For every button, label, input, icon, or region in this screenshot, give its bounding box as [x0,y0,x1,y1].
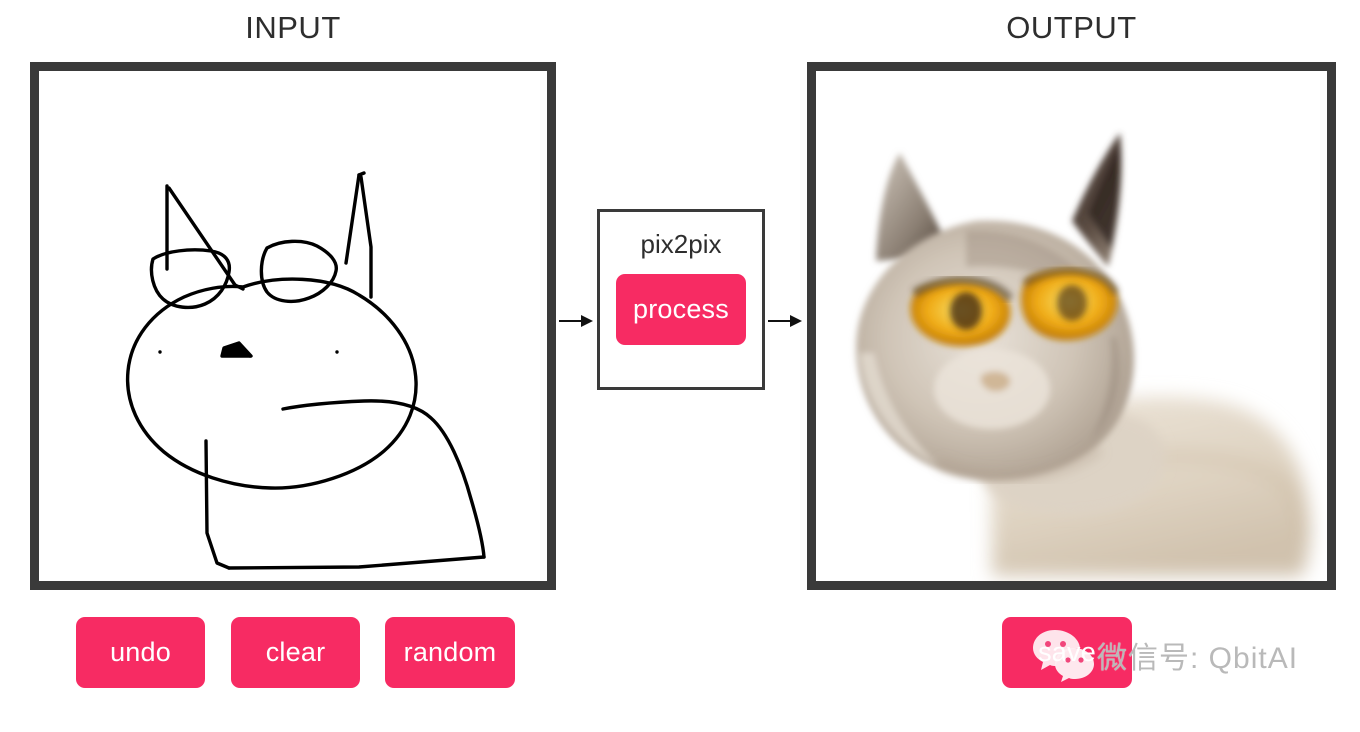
model-name-label: pix2pix [640,229,722,259]
save-button[interactable]: save [1002,617,1132,688]
arrow-model-to-output-icon [768,315,802,327]
arrow-input-to-model-icon [559,315,593,327]
random-button[interactable]: random [385,617,515,688]
generated-cat-image [816,71,1327,581]
pix2pix-model-box: pix2pix process [597,209,765,390]
clear-button[interactable]: clear [231,617,360,688]
input-drawing-canvas[interactable] [30,62,556,590]
process-button[interactable]: process [616,274,746,345]
output-panel-title: OUTPUT [1006,10,1137,45]
output-result-canvas [807,62,1336,590]
undo-button[interactable]: undo [76,617,205,688]
input-panel-title: INPUT [245,10,341,45]
cat-sketch [125,171,486,570]
